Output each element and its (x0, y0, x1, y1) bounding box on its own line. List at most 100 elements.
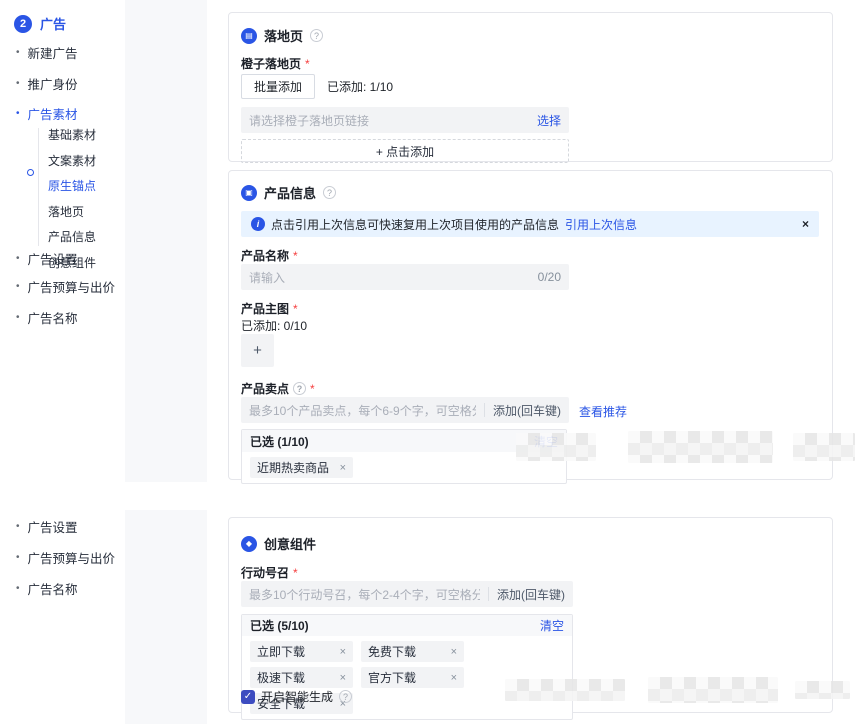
active-subitem-marker-icon (27, 169, 34, 176)
card-title: 创意组件 (264, 534, 316, 553)
bullet-icon: • (16, 79, 20, 89)
bullet-icon: • (16, 282, 20, 292)
help-icon[interactable]: ? (310, 29, 323, 42)
batch-add-row: 批量添加 已添加: 1/10 (241, 74, 393, 99)
view-recommend-link[interactable]: 查看推荐 (579, 403, 627, 420)
help-icon[interactable]: ? (323, 186, 336, 199)
product-name-input[interactable]: 请输入 0/20 (241, 264, 569, 290)
selling-points-input[interactable]: 最多10个产品卖点，每个6-9个字，可空格分隔 添加(回车键) (241, 397, 569, 423)
cta-input[interactable]: 最多10个行动号召，每个2-4个字，可空格分隔 添加(回车键) (241, 581, 573, 607)
sidebar-item-ad-material[interactable]: • 广告素材 (16, 104, 78, 123)
banner-close-icon[interactable]: × (802, 217, 809, 231)
batch-add-button[interactable]: 批量添加 (241, 74, 315, 99)
remove-tag-icon[interactable]: × (340, 646, 346, 658)
added-count: 已添加: 1/10 (327, 78, 393, 95)
sidebar-gutter-top (125, 0, 207, 482)
sidebar-item-label: 广告预算与出价 (28, 277, 116, 296)
reuse-last-info-link[interactable]: 引用上次信息 (565, 216, 637, 233)
clear-link[interactable]: 清空 (540, 617, 564, 634)
bullet-icon: • (16, 48, 20, 58)
required-asterisk: * (310, 382, 315, 396)
cta-tag[interactable]: 官方下载 × (361, 667, 464, 688)
click-to-add-button[interactable]: + 点击添加 (241, 139, 569, 163)
smart-generate-checkbox[interactable]: ✓ (241, 690, 255, 704)
selected-tags: 立即下载 × 免费下载 × 极速下载 × 官方下载 × 安全下载 × (242, 636, 572, 719)
sidebar-item-label: 广告设置 (28, 517, 78, 536)
orange-landing-label: 橙子落地页* (241, 55, 310, 72)
redacted-content (648, 677, 778, 703)
selected-count: 已选 (1/10) (250, 433, 309, 450)
remove-tag-icon[interactable]: × (340, 672, 346, 684)
required-asterisk: * (293, 302, 298, 316)
help-icon[interactable]: ? (293, 382, 306, 395)
upload-image-button[interactable]: + (241, 334, 274, 367)
help-icon[interactable]: ? (339, 690, 352, 703)
input-divider (484, 403, 485, 417)
sidebar-item-ad-name-2[interactable]: • 广告名称 (16, 579, 78, 598)
bullet-icon: • (16, 313, 20, 323)
sidebar-item-label: 广告预算与出价 (28, 548, 116, 567)
selected-count: 已选 (5/10) (250, 617, 309, 634)
redacted-content (795, 681, 850, 699)
selling-points-placeholder: 最多10个产品卖点，每个6-9个字，可空格分隔 (249, 402, 476, 419)
sidebar-item-label: 新建广告 (28, 43, 78, 62)
sidebar-item-ad-settings-2[interactable]: • 广告设置 (16, 517, 78, 536)
selling-points-label: 产品卖点 ? * (241, 380, 315, 397)
sidebar-gutter-bottom (125, 510, 207, 724)
remove-tag-icon[interactable]: × (340, 462, 346, 474)
sidebar-item-budget-bid-2[interactable]: • 广告预算与出价 (16, 548, 115, 567)
creative-component-icon: ◆ (241, 536, 257, 552)
sidebar-subitem-native-anchor[interactable]: 原生锚点 (48, 177, 96, 194)
sidebar-item-budget-bid[interactable]: • 广告预算与出价 (16, 277, 115, 296)
add-enter-hint: 添加(回车键) (497, 586, 565, 603)
bullet-icon: • (16, 254, 20, 264)
landing-url-placeholder: 请选择橙子落地页链接 (249, 112, 537, 129)
step-label: 广告 (40, 14, 66, 33)
redacted-content (505, 679, 625, 701)
remove-tag-icon[interactable]: × (451, 646, 457, 658)
sidebar-item-promo-identity[interactable]: • 推广身份 (16, 74, 78, 93)
redacted-content (793, 433, 855, 461)
sidebar-item-ad-settings[interactable]: • 广告设置 (16, 249, 78, 268)
plus-icon: + (253, 342, 262, 359)
sidebar-item-label: 广告名称 (28, 308, 78, 327)
card-title: 产品信息 (264, 183, 316, 202)
card-title: 落地页 (264, 26, 303, 45)
info-icon: i (251, 217, 265, 231)
sidebar-item-ad-name[interactable]: • 广告名称 (16, 308, 78, 327)
product-info-icon: ▣ (241, 185, 257, 201)
landing-page-icon: ▤ (241, 28, 257, 44)
reuse-info-banner: i 点击引用上次信息可快速复用上次项目使用的产品信息 引用上次信息 × (241, 211, 819, 237)
bullet-icon: • (16, 109, 20, 119)
redacted-content (516, 433, 596, 461)
product-card-header: ▣ 产品信息 ? (241, 183, 336, 202)
creative-card-header: ◆ 创意组件 (241, 534, 316, 553)
cta-tag[interactable]: 立即下载 × (250, 641, 353, 662)
remove-tag-icon[interactable]: × (451, 672, 457, 684)
select-link[interactable]: 选择 (537, 112, 561, 129)
sidebar-subitem-basic-material[interactable]: 基础素材 (48, 126, 96, 143)
sidebar-item-label: 推广身份 (28, 74, 78, 93)
sidebar-subitem-product-info[interactable]: 产品信息 (48, 228, 96, 245)
sidebar-item-new-ad[interactable]: • 新建广告 (16, 43, 78, 62)
sidebar-subitem-landing-page[interactable]: 落地页 (48, 203, 96, 220)
input-divider (488, 587, 489, 601)
sidebar-item-label: 广告素材 (28, 104, 78, 123)
selling-point-tag[interactable]: 近期热卖商品 × (250, 457, 353, 478)
sidebar-step-ad[interactable]: 2 广告 (14, 14, 66, 33)
landing-page-card: ▤ 落地页 ? 橙子落地页* 批量添加 已添加: 1/10 请选择橙子落地页链接… (228, 12, 833, 162)
selected-header-row: 已选 (5/10) 清空 (242, 615, 572, 636)
redacted-content (628, 431, 773, 463)
sidebar-subitem-copy-material[interactable]: 文案素材 (48, 152, 96, 169)
cta-tag[interactable]: 极速下载 × (250, 667, 353, 688)
product-name-label: 产品名称* (241, 247, 298, 264)
cta-label: 行动号召* (241, 564, 298, 581)
banner-text: 点击引用上次信息可快速复用上次项目使用的产品信息 (271, 216, 559, 233)
cta-tag[interactable]: 免费下载 × (361, 641, 464, 662)
char-counter: 0/20 (538, 270, 561, 284)
product-image-label: 产品主图* (241, 300, 298, 317)
add-enter-hint: 添加(回车键) (493, 402, 561, 419)
required-asterisk: * (293, 249, 298, 263)
smart-generate-label: 开启智能生成 (261, 688, 333, 705)
landing-url-input[interactable]: 请选择橙子落地页链接 选择 (241, 107, 569, 133)
